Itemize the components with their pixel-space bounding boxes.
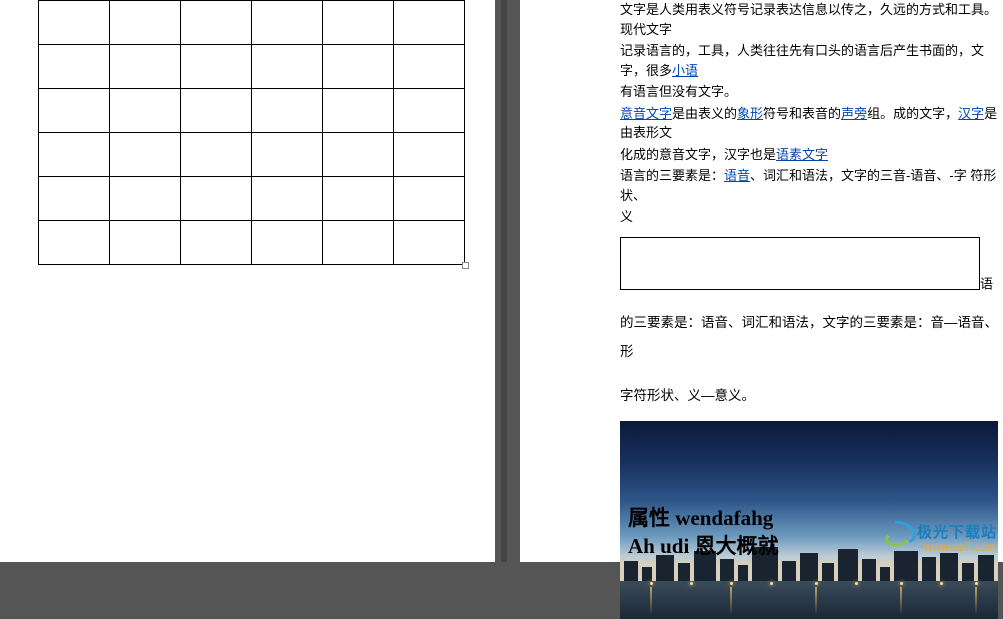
document-table[interactable]	[38, 0, 465, 265]
text-run: 字符形状、义—意义。	[620, 381, 1003, 411]
text-frame[interactable]	[620, 237, 980, 290]
watermark: 极光下载站 www.xz7.com	[885, 520, 997, 554]
text-run: 属性 wendafahg	[628, 504, 779, 532]
table-row	[39, 133, 465, 177]
table-row	[39, 1, 465, 45]
text-run: 语言的三要素是：	[620, 168, 724, 183]
hyperlink[interactable]: 汉字	[958, 106, 984, 121]
text-run: 组。成的文字，	[867, 106, 958, 121]
hyperlink[interactable]: 语音	[724, 168, 750, 183]
table-row	[39, 45, 465, 89]
table-row	[39, 89, 465, 133]
watermark-name: 极光下载站	[917, 521, 997, 542]
table-resize-handle[interactable]	[462, 262, 469, 269]
text-run: 有语言但没有文字。	[620, 84, 737, 99]
heading-text: 属性 wendafahg Ah udi 恩大概就	[628, 504, 779, 561]
hyperlink[interactable]: 象形	[737, 106, 763, 121]
hyperlink[interactable]: 声旁	[841, 106, 867, 121]
text-run: 文字是人类用表义符号记录表达信息以传之，久远的方式和工具。现代文字	[620, 2, 997, 37]
text-run: 是由表义的	[672, 106, 737, 121]
text-run: 的三要素是：语音、词汇和语法，文字的三要素是：音—语音、形	[620, 308, 1003, 367]
text-run: Ah udi 恩大概就	[628, 532, 779, 560]
text-run: 语	[980, 276, 993, 291]
hyperlink[interactable]: 意音文字	[620, 106, 672, 121]
hyperlink[interactable]: 小语	[672, 63, 698, 78]
text-run: 符号和表音的	[763, 106, 841, 121]
logo-icon	[885, 520, 915, 542]
hyperlink[interactable]: 语素文字	[776, 147, 828, 162]
text-run: 义	[620, 209, 633, 224]
document-page-left	[0, 0, 495, 562]
page-divider	[501, 0, 507, 562]
document-page-right: 文字是人类用表义符号记录表达信息以传之，久远的方式和工具。现代文字 记录语言的，…	[520, 0, 1003, 562]
table-row	[39, 177, 465, 221]
text-run: 化成的意音文字，汉字也是	[620, 147, 776, 162]
table-row	[39, 221, 465, 265]
